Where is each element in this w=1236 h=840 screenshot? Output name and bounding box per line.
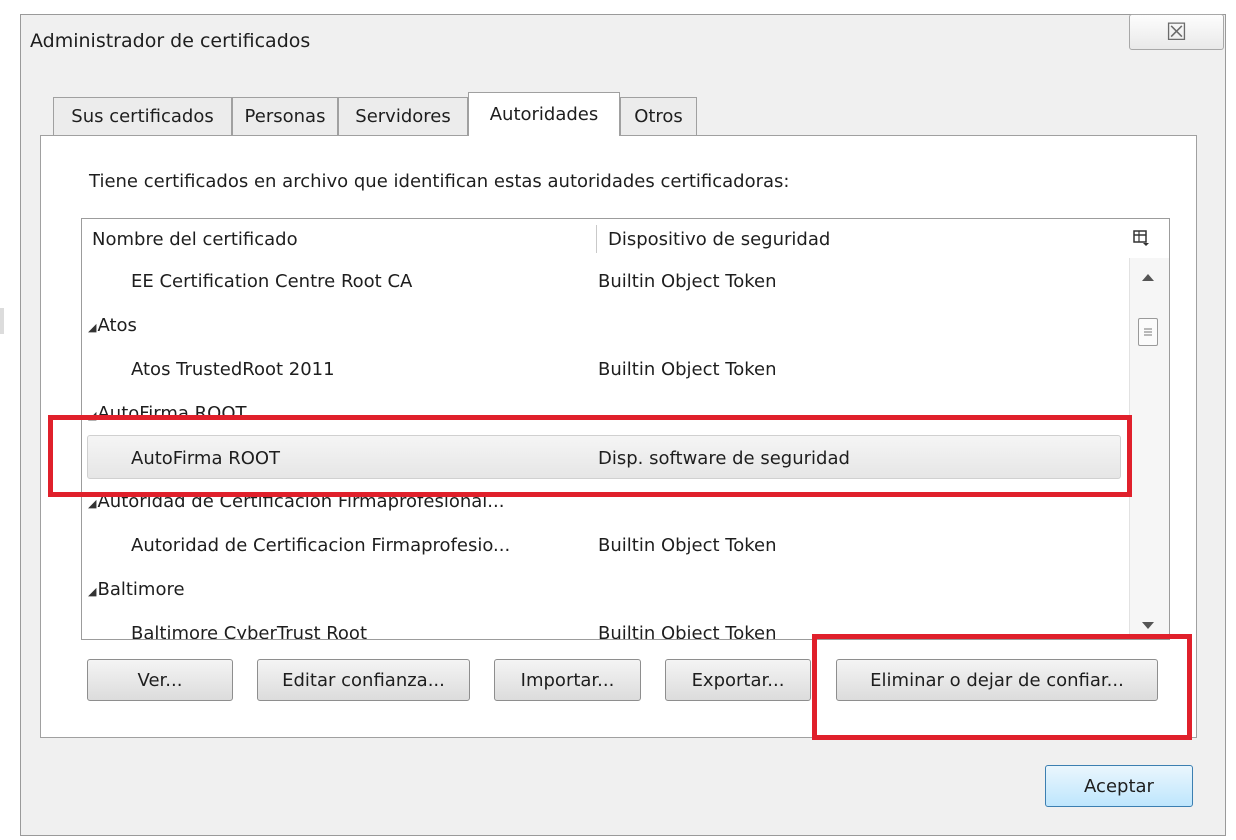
expand-triangle-icon[interactable]: ◢: [88, 497, 96, 510]
tree-group-row[interactable]: ◢Baltimore: [82, 567, 1130, 611]
highlight-box-delete-button: [812, 634, 1192, 740]
tab-autoridades[interactable]: Autoridades: [468, 92, 620, 136]
background-window-edge: [0, 308, 4, 334]
tab-sus-certificados[interactable]: Sus certificados: [53, 97, 232, 135]
close-icon: ☒: [1165, 18, 1188, 46]
tree-row[interactable]: Autoridad de Certificacion Firmaprofesio…: [82, 523, 1130, 567]
column-separator[interactable]: [596, 225, 597, 253]
column-header-device[interactable]: Dispositivo de seguridad: [608, 219, 830, 259]
column-picker-icon[interactable]: [1132, 229, 1150, 247]
tree-row[interactable]: Atos TrustedRoot 2011 Builtin Object Tok…: [82, 347, 1130, 391]
tab-otros[interactable]: Otros: [620, 97, 697, 135]
export-button[interactable]: Exportar...: [665, 659, 811, 701]
close-button[interactable]: ☒: [1129, 14, 1224, 50]
expand-triangle-icon[interactable]: ◢: [88, 585, 96, 598]
tab-servidores[interactable]: Servidores: [338, 97, 468, 135]
ok-button[interactable]: Aceptar: [1045, 765, 1193, 807]
vertical-scrollbar[interactable]: [1129, 258, 1169, 639]
expand-triangle-icon[interactable]: ◢: [88, 321, 96, 334]
column-header-name[interactable]: Nombre del certificado: [92, 219, 298, 259]
scrollbar-thumb[interactable]: [1138, 318, 1158, 346]
tree-row[interactable]: EE Certification Centre Root CA Builtin …: [82, 259, 1130, 303]
edit-trust-button[interactable]: Editar confianza...: [257, 659, 470, 701]
tab-personas[interactable]: Personas: [232, 97, 338, 135]
panel-description: Tiene certificados en archivo que identi…: [89, 171, 790, 192]
scroll-up-arrow-icon[interactable]: [1140, 268, 1156, 287]
import-button[interactable]: Importar...: [494, 659, 641, 701]
highlight-box-selected-certificate: [48, 415, 1132, 497]
tree-group-row[interactable]: ◢Atos: [82, 303, 1130, 347]
window-title: Administrador de certificados: [30, 30, 311, 52]
view-button[interactable]: Ver...: [87, 659, 233, 701]
